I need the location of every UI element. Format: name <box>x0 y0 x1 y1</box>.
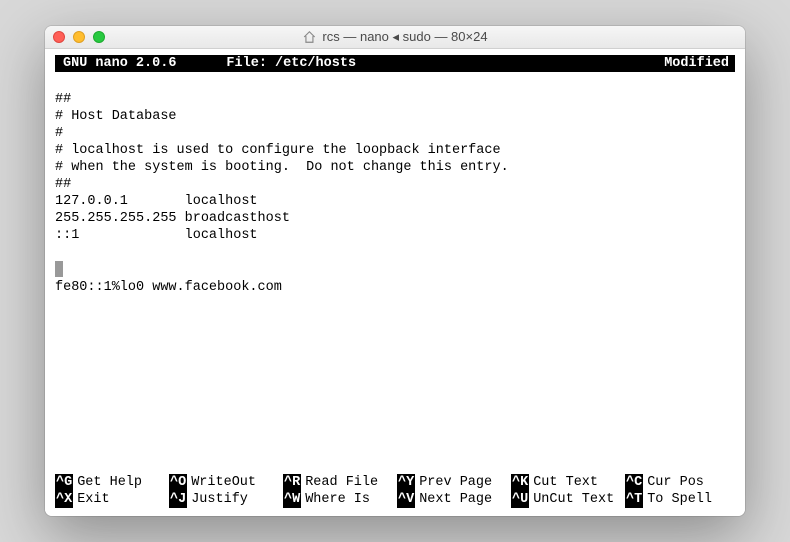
traffic-lights <box>53 31 105 43</box>
shortcut-item: ^CCur Pos <box>625 474 735 491</box>
window-title: rcs — nano ◂ sudo — 80×24 <box>302 29 487 45</box>
text-cursor <box>55 261 63 277</box>
shortcut-label: Next Page <box>419 491 492 508</box>
shortcut-item: ^YPrev Page <box>397 474 507 491</box>
terminal-window: rcs — nano ◂ sudo — 80×24 GNU nano 2.0.6… <box>45 26 745 516</box>
close-button[interactable] <box>53 31 65 43</box>
shortcut-item: ^UUnCut Text <box>511 491 621 508</box>
shortcut-item: ^RRead File <box>283 474 393 491</box>
shortcut-key: ^V <box>397 491 415 508</box>
editor-app-name: GNU nano 2.0.6 <box>57 55 226 72</box>
window-title-text: rcs — nano ◂ sudo — 80×24 <box>322 29 487 45</box>
editor-file-label: File: /etc/hosts <box>226 55 664 72</box>
shortcut-key: ^Y <box>397 474 415 491</box>
window-titlebar[interactable]: rcs — nano ◂ sudo — 80×24 <box>45 26 745 49</box>
shortcut-key: ^U <box>511 491 529 508</box>
shortcut-item: ^XExit <box>55 491 165 508</box>
shortcut-key: ^G <box>55 474 73 491</box>
shortcut-key: ^R <box>283 474 301 491</box>
shortcut-label: Justify <box>191 491 248 508</box>
shortcut-key: ^K <box>511 474 529 491</box>
shortcut-item: ^TTo Spell <box>625 491 735 508</box>
shortcut-label: Where Is <box>305 491 370 508</box>
shortcut-item: ^KCut Text <box>511 474 621 491</box>
shortcut-item: ^VNext Page <box>397 491 507 508</box>
shortcut-label: Cur Pos <box>647 474 704 491</box>
editor-content[interactable]: ## # Host Database # # localhost is used… <box>55 72 735 474</box>
shortcut-label: Prev Page <box>419 474 492 491</box>
home-icon <box>302 30 316 44</box>
terminal-body[interactable]: GNU nano 2.0.6 File: /etc/hosts Modified… <box>45 49 745 516</box>
maximize-button[interactable] <box>93 31 105 43</box>
shortcut-key: ^W <box>283 491 301 508</box>
shortcut-key: ^C <box>625 474 643 491</box>
shortcut-label: UnCut Text <box>533 491 614 508</box>
shortcut-item: ^JJustify <box>169 491 279 508</box>
shortcut-label: Cut Text <box>533 474 598 491</box>
editor-header: GNU nano 2.0.6 File: /etc/hosts Modified <box>55 55 735 72</box>
editor-status: Modified <box>664 55 733 72</box>
shortcut-label: To Spell <box>647 491 712 508</box>
shortcut-item: ^GGet Help <box>55 474 165 491</box>
shortcut-label: Get Help <box>77 474 142 491</box>
shortcut-item: ^OWriteOut <box>169 474 279 491</box>
minimize-button[interactable] <box>73 31 85 43</box>
shortcut-bar: ^GGet Help^OWriteOut^RRead File^YPrev Pa… <box>55 474 735 510</box>
shortcut-label: Exit <box>77 491 109 508</box>
shortcut-key: ^T <box>625 491 643 508</box>
shortcut-key: ^J <box>169 491 187 508</box>
shortcut-label: WriteOut <box>191 474 256 491</box>
shortcut-key: ^O <box>169 474 187 491</box>
shortcut-key: ^X <box>55 491 73 508</box>
shortcut-item: ^WWhere Is <box>283 491 393 508</box>
shortcut-label: Read File <box>305 474 378 491</box>
